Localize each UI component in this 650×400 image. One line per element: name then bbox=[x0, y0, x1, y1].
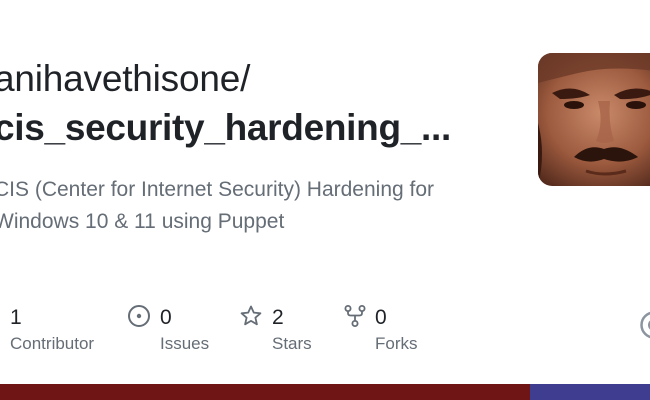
contributors-label: Contributor bbox=[10, 334, 95, 353]
owner-avatar[interactable] bbox=[538, 53, 650, 186]
issues-label: Issues bbox=[160, 334, 210, 353]
repo-description: CIS (Center for Internet Security) Harde… bbox=[0, 178, 435, 233]
stars-count: 2 bbox=[272, 306, 284, 329]
language-bar-segment-secondary bbox=[530, 384, 650, 400]
forks-label: Forks bbox=[375, 334, 418, 353]
repo-forked-icon bbox=[343, 304, 367, 333]
repo-owner[interactable]: anihavethisone/ bbox=[0, 58, 250, 100]
language-bar-segment-primary bbox=[0, 384, 530, 400]
star-icon bbox=[239, 304, 263, 333]
avatar-image bbox=[538, 53, 650, 186]
stars-label: Stars bbox=[272, 334, 312, 353]
issues-count: 0 bbox=[160, 306, 172, 329]
github-logo-icon bbox=[640, 311, 650, 339]
repo-name[interactable]: cis_security_hardening_... bbox=[0, 107, 451, 149]
contributors-count: 1 bbox=[10, 306, 22, 329]
forks-count: 0 bbox=[375, 306, 387, 329]
issue-opened-icon bbox=[127, 304, 151, 333]
